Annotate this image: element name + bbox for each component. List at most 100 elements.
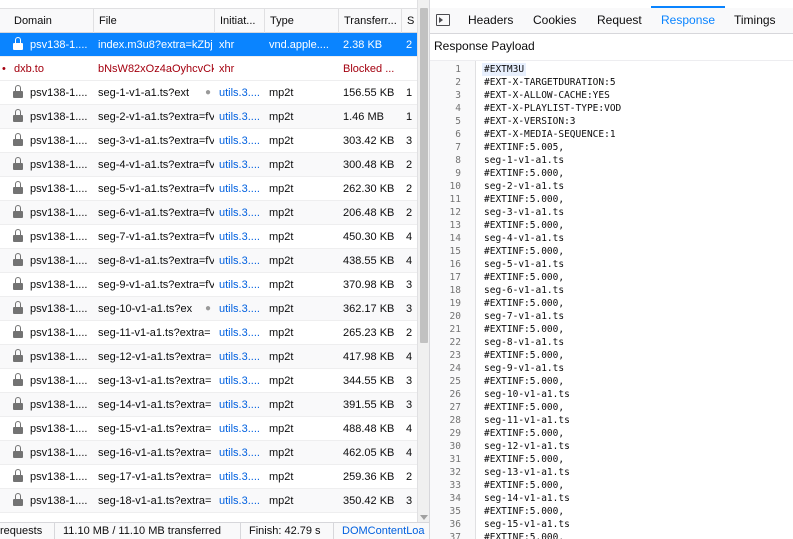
cell-initiator: utils.3.... bbox=[214, 345, 264, 369]
line-number: 14 bbox=[449, 233, 461, 244]
table-row[interactable]: psv138-1.... seg-17-v1-a1.ts?extra= utils.… bbox=[0, 465, 417, 489]
domain-text: psv138-1.... bbox=[30, 423, 88, 435]
cell-type-text: mp2t bbox=[269, 471, 294, 483]
lock-icon bbox=[13, 349, 23, 362]
tab-cookies[interactable]: Cookies bbox=[523, 8, 586, 33]
column-header-transferred[interactable]: Transferr... bbox=[338, 9, 401, 33]
code-line: #EXT-X-ALLOW-CACHE:YES bbox=[484, 90, 610, 101]
cell-file-text: seg-8-v1-a1.ts?extra=fV bbox=[98, 255, 214, 267]
cell-initiator: xhr bbox=[214, 33, 264, 57]
cell-size-text: 4 bbox=[406, 423, 413, 435]
code-line: #EXT-X-MEDIA-SEQUENCE:1 bbox=[484, 129, 616, 140]
cell-initiator: utils.3.... bbox=[214, 417, 264, 441]
cell-type: mp2t bbox=[264, 441, 338, 465]
cell-transferred: 259.36 KB bbox=[338, 465, 401, 489]
cell-type-text: mp2t bbox=[269, 447, 294, 459]
tab-timings[interactable]: Timings bbox=[724, 8, 786, 33]
table-row[interactable]: psv138-1.... seg-14-v1-a1.ts?extra= utils.… bbox=[0, 393, 417, 417]
tab-request[interactable]: Request bbox=[587, 8, 652, 33]
line-number: 3 bbox=[455, 90, 461, 101]
table-row[interactable]: psv138-1.... seg-10-v1-a1.ts?ex ● utils.3..… bbox=[0, 297, 417, 321]
scroll-down-arrow-icon[interactable] bbox=[420, 515, 428, 520]
table-row[interactable]: psv138-1.... seg-7-v1-a1.ts?extra=fV utils… bbox=[0, 225, 417, 249]
cell-initiator-text: utils.3.... bbox=[219, 207, 260, 219]
tab-headers[interactable]: Headers bbox=[458, 8, 523, 33]
response-code-viewer[interactable]: 1 2 3 4 5 6 7 8 9 10 11 12 13 14 15 16 17 18 19 20 21 22 23 24 2… bbox=[430, 60, 793, 539]
line-number: 1 bbox=[455, 64, 461, 75]
cell-type-text: mp2t bbox=[269, 135, 294, 147]
line-number: 7 bbox=[455, 142, 461, 153]
table-row[interactable]: psv138-1.... seg-2-v1-a1.ts?extra=fV utils… bbox=[0, 105, 417, 129]
table-row[interactable]: psv138-1.... seg-11-v1-a1.ts?extra= utils.… bbox=[0, 321, 417, 345]
cell-initiator: xhr bbox=[214, 57, 264, 81]
cell-size-text: 2 bbox=[406, 471, 413, 483]
cell-initiator: utils.3.... bbox=[214, 321, 264, 345]
cell-size-text: 3 bbox=[406, 399, 413, 411]
table-row[interactable]: psv138-1.... seg-15-v1-a1.ts?extra= utils.… bbox=[0, 417, 417, 441]
table-row[interactable]: • dxb.to bNsW82xOz4aOyhcvCk xhr Blocked ... bbox=[0, 57, 417, 81]
table-row[interactable]: psv138-1.... index.m3u8?extra=kZbj xhr vnd.… bbox=[0, 33, 417, 57]
cell-transferred-text: 303.42 KB bbox=[343, 135, 395, 147]
cell-domain: psv138-1.... bbox=[0, 177, 93, 201]
lock-icon bbox=[13, 85, 23, 98]
table-row[interactable]: psv138-1.... seg-6-v1-a1.ts?extra=fV utils… bbox=[0, 201, 417, 225]
cell-initiator: utils.3.... bbox=[214, 129, 264, 153]
code-line: #EXT-X-PLAYLIST-TYPE:VOD bbox=[484, 103, 622, 114]
cell-type: mp2t bbox=[264, 81, 338, 105]
cell-file-text: seg-15-v1-a1.ts?extra= bbox=[98, 423, 212, 435]
cell-domain: psv138-1.... bbox=[0, 249, 93, 273]
cell-transferred-text: 391.55 KB bbox=[343, 399, 395, 411]
code-line: #EXTINF:5.000, bbox=[484, 324, 565, 335]
table-row[interactable]: psv138-1.... seg-3-v1-a1.ts?extra=fV utils… bbox=[0, 129, 417, 153]
code-line: seg-6-v1-a1.ts bbox=[484, 285, 565, 296]
cell-transferred: 450.30 KB bbox=[338, 225, 401, 249]
table-row[interactable]: psv138-1.... seg-1-v1-a1.ts?ext ● utils.3..… bbox=[0, 81, 417, 105]
line-number: 23 bbox=[449, 350, 461, 361]
column-header-file[interactable]: File bbox=[93, 9, 214, 33]
domain-text: psv138-1.... bbox=[30, 159, 88, 171]
code-line: seg-15-v1-a1.ts bbox=[484, 519, 570, 530]
scrollbar-thumb[interactable] bbox=[420, 8, 428, 343]
cell-file-text: seg-13-v1-a1.ts?extra= bbox=[98, 375, 212, 387]
line-number: 10 bbox=[449, 181, 461, 192]
code-line: seg-5-v1-a1.ts bbox=[484, 259, 565, 270]
cell-size-text: 4 bbox=[406, 255, 413, 267]
cell-initiator-text: utils.3.... bbox=[219, 351, 260, 363]
line-number: 36 bbox=[449, 519, 461, 530]
lock-icon bbox=[13, 205, 23, 218]
code-line: #EXT-X-TARGETDURATION:5 bbox=[484, 77, 616, 88]
lock-icon bbox=[13, 493, 23, 506]
line-number: 4 bbox=[455, 103, 461, 114]
status-domcontentloaded[interactable]: DOMContentLoa bbox=[333, 523, 425, 539]
table-row[interactable]: psv138-1.... seg-5-v1-a1.ts?extra=fV utils… bbox=[0, 177, 417, 201]
column-header-size[interactable]: S bbox=[401, 9, 417, 33]
cell-file-text: seg-17-v1-a1.ts?extra= bbox=[98, 471, 212, 483]
table-row[interactable]: psv138-1.... seg-13-v1-a1.ts?extra= utils.… bbox=[0, 369, 417, 393]
cell-transferred-text: 262.30 KB bbox=[343, 183, 395, 195]
cell-domain: psv138-1.... bbox=[0, 153, 93, 177]
request-list-scrollbar[interactable] bbox=[417, 0, 429, 522]
column-header-domain[interactable]: Domain bbox=[0, 9, 93, 33]
table-row[interactable]: psv138-1.... seg-4-v1-a1.ts?extra=fV utils… bbox=[0, 153, 417, 177]
domain-text: psv138-1.... bbox=[30, 231, 88, 243]
column-header-initiator[interactable]: Initiat... bbox=[214, 9, 264, 33]
code-line: #EXTINF:5.000, bbox=[484, 532, 565, 539]
lock-icon bbox=[13, 181, 23, 194]
line-number: 26 bbox=[449, 389, 461, 400]
table-row[interactable]: psv138-1.... seg-12-v1-a1.ts?extra= utils.… bbox=[0, 345, 417, 369]
table-row[interactable]: psv138-1.... seg-8-v1-a1.ts?extra=fV utils… bbox=[0, 249, 417, 273]
table-row[interactable]: psv138-1.... seg-18-v1-a1.ts?extra= utils.… bbox=[0, 489, 417, 513]
cell-type-text: mp2t bbox=[269, 399, 294, 411]
cell-transferred: 488.48 KB bbox=[338, 417, 401, 441]
column-header-type[interactable]: Type bbox=[264, 9, 338, 33]
table-row[interactable]: psv138-1.... seg-9-v1-a1.ts?extra=fV utils… bbox=[0, 273, 417, 297]
cell-type: mp2t bbox=[264, 153, 338, 177]
cell-file-text: seg-4-v1-a1.ts?extra=fV bbox=[98, 159, 214, 171]
tab-response[interactable]: Response bbox=[651, 6, 726, 33]
panel-toggle-icon[interactable] bbox=[436, 14, 450, 26]
domain-text: psv138-1.... bbox=[30, 303, 88, 315]
cell-transferred: 265.23 KB bbox=[338, 321, 401, 345]
table-row[interactable]: psv138-1.... seg-16-v1-a1.ts?extra= utils.… bbox=[0, 441, 417, 465]
line-number: 9 bbox=[455, 168, 461, 179]
cell-domain: psv138-1.... bbox=[0, 297, 93, 321]
